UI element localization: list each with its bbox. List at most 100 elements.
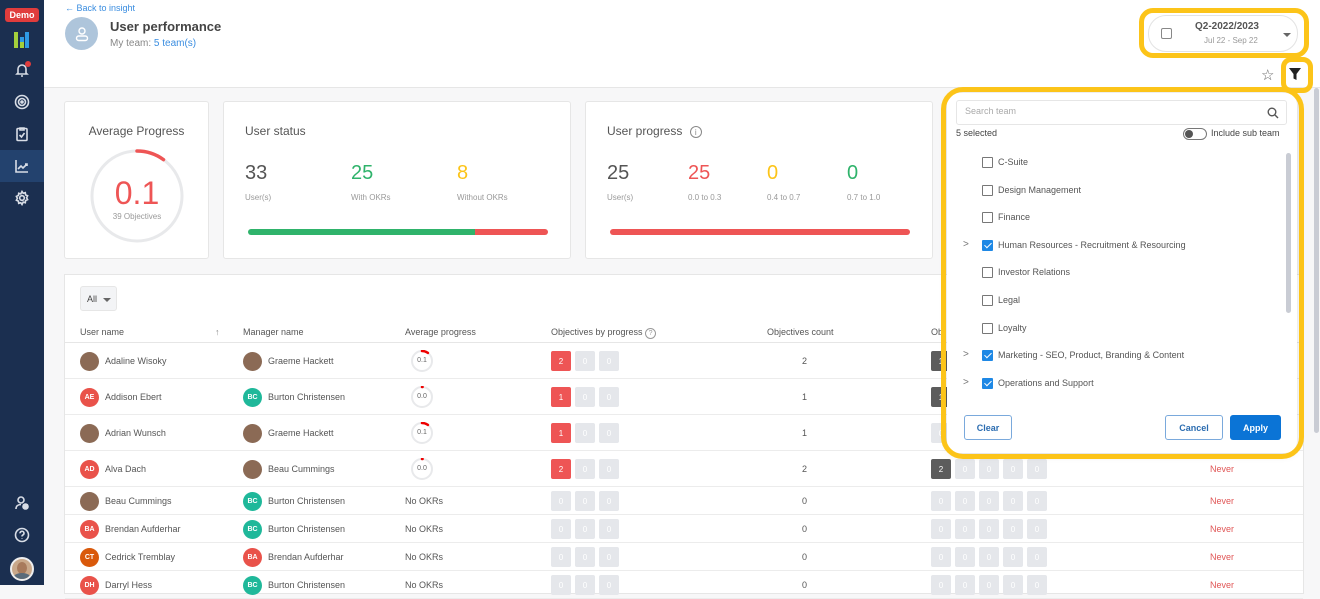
average-progress-gauge: 0.0	[411, 386, 433, 408]
team-checkbox[interactable]	[982, 184, 993, 196]
team-list-scrollbar[interactable]	[1286, 153, 1291, 313]
manager-name[interactable]: Burton Christensen	[268, 392, 345, 402]
objectives-by-progress-chip: 0	[599, 575, 619, 595]
col-objectives-status[interactable]: Obj	[931, 327, 945, 337]
team-option[interactable]: Legal	[947, 288, 1277, 315]
chevron-right-icon[interactable]: >	[963, 349, 969, 360]
bar-segment	[475, 229, 548, 235]
objectives-status-chip: 0	[955, 519, 975, 539]
app-logo[interactable]	[14, 32, 30, 48]
page-scrollbar[interactable]	[1314, 88, 1319, 433]
manager-avatar: BC	[243, 387, 262, 407]
manager-name[interactable]: Graeme Hackett	[268, 428, 334, 438]
last-checkin: Never	[1210, 552, 1235, 562]
objectives-status-chip: 0	[1027, 459, 1047, 479]
team-checkbox[interactable]	[982, 239, 993, 251]
team-checkbox[interactable]	[982, 350, 993, 362]
team-checkbox[interactable]	[982, 267, 993, 279]
team-checkbox[interactable]	[982, 295, 993, 306]
manager-name[interactable]: Beau Cummings	[268, 464, 335, 474]
sidebar-item-insights[interactable]	[0, 150, 44, 182]
team-option[interactable]: Finance	[947, 205, 1277, 232]
table-row[interactable]: DH Darryl Hess BC Burton Christensen No OKRs…	[65, 571, 1303, 599]
manager-name[interactable]: Brendan Aufderhar	[268, 552, 344, 562]
team-name: Investor Relations	[998, 267, 1071, 278]
col-objectives-by-progress[interactable]: Objectives by progress ?	[551, 327, 657, 339]
user-avatar: DH	[80, 575, 99, 595]
sidebar-item-help[interactable]	[0, 519, 44, 551]
table-row[interactable]: BA Brendan Aufderhar BC Burton Christensen N…	[65, 515, 1303, 543]
user-name[interactable]: Cedrick Tremblay	[105, 552, 175, 562]
col-average-progress[interactable]: Average progress	[405, 327, 476, 337]
team-option[interactable]: > Human Resources - Recruitment & Resourc…	[947, 233, 1277, 260]
team-search[interactable]	[956, 100, 1287, 125]
chevron-right-icon[interactable]: >	[963, 377, 969, 388]
filter-dropdown[interactable]: All	[80, 286, 117, 311]
col-user-name[interactable]: User name	[80, 327, 124, 337]
manager-name[interactable]: Burton Christensen	[268, 496, 345, 506]
average-progress-value: 0.0	[417, 393, 427, 400]
user-name[interactable]: Darryl Hess	[105, 580, 152, 590]
sidebar-item-invite-user[interactable]	[0, 487, 44, 519]
objectives-count: 0	[802, 552, 808, 562]
team-option[interactable]: Loyalty	[947, 316, 1277, 343]
objectives-status-chip: 0	[955, 459, 975, 479]
team-option[interactable]: Investor Relations	[947, 260, 1277, 287]
team-name: Design Management	[998, 184, 1082, 195]
apply-button[interactable]: Apply	[1230, 415, 1281, 440]
table-row[interactable]: AD Alva Dach Beau Cummings 0.0 2 0 0 2 2 0 0 0 0 Neve…	[65, 451, 1303, 487]
objectives-status-chip: 0	[1003, 547, 1023, 567]
team-checkbox[interactable]	[982, 212, 993, 224]
average-progress-gauge: 0.0	[411, 458, 433, 480]
team-checkbox[interactable]	[982, 157, 993, 168]
manager-name[interactable]: Burton Christensen	[268, 524, 345, 534]
clear-button[interactable]: Clear	[964, 415, 1012, 440]
sidebar-item-objectives[interactable]	[0, 86, 44, 118]
help-icon[interactable]: ?	[645, 328, 657, 339]
user-name[interactable]: Addison Ebert	[105, 392, 162, 402]
objectives-status-chip: 0	[1003, 491, 1023, 511]
team-option[interactable]: > Marketing - SEO, Product, Branding & Co…	[947, 343, 1277, 370]
table-row[interactable]: Beau Cummings BC Burton Christensen No OKRs…	[65, 487, 1303, 515]
col-objectives-count[interactable]: Objectives count	[767, 327, 834, 337]
favorite-star-icon[interactable]: ☆	[1261, 66, 1274, 84]
table-row[interactable]: CT Cedrick Tremblay BA Brendan Aufderhar No …	[65, 543, 1303, 571]
user-name[interactable]: Beau Cummings	[105, 496, 172, 506]
filter-icon[interactable]	[1288, 67, 1302, 81]
objectives-by-progress-chip: 0	[575, 459, 595, 479]
user-avatar[interactable]	[10, 557, 34, 581]
team-checkbox[interactable]	[982, 322, 993, 334]
manager-name[interactable]: Graeme Hackett	[268, 356, 334, 366]
team-count-link[interactable]: 5 team(s)	[154, 38, 196, 49]
include-sub-team-toggle[interactable]	[1183, 128, 1207, 140]
user-name[interactable]: Adrian Wunsch	[105, 428, 166, 438]
team-checkbox[interactable]	[982, 377, 993, 389]
team-search-input[interactable]	[965, 106, 1255, 116]
period-selector[interactable]: Q2-2022/2023 Jul 22 - Sep 22	[1148, 15, 1298, 52]
user-name[interactable]: Adaline Wisoky	[105, 356, 167, 366]
team-option[interactable]: Design Management	[947, 178, 1277, 205]
sort-asc-icon[interactable]: ↑	[215, 327, 220, 337]
sidebar-item-checkins[interactable]	[0, 118, 44, 150]
clipboard-check-icon	[16, 127, 28, 142]
info-icon[interactable]: i	[689, 126, 702, 138]
user-name[interactable]: Brendan Aufderhar	[105, 524, 181, 534]
manager-avatar	[243, 423, 262, 443]
page-title: User performance	[110, 19, 222, 34]
user-name[interactable]: Alva Dach	[105, 464, 146, 474]
chevron-right-icon[interactable]: >	[963, 239, 969, 250]
manager-name[interactable]: Burton Christensen	[268, 580, 345, 590]
calendar-icon	[1161, 28, 1172, 39]
user-plus-icon	[15, 496, 29, 510]
cancel-button[interactable]: Cancel	[1165, 415, 1223, 440]
sidebar-item-notifications[interactable]	[0, 54, 44, 86]
chart-line-icon	[15, 160, 28, 173]
team-option[interactable]: C-Suite	[947, 150, 1277, 177]
team-option[interactable]: > Operations and Support	[947, 371, 1277, 398]
sidebar-item-settings[interactable]	[0, 182, 44, 214]
objectives-by-progress-chip: 0	[599, 351, 619, 371]
col-manager-name[interactable]: Manager name	[243, 327, 304, 337]
stat-with-okrs: 25 With OKRs	[351, 162, 391, 202]
period-label: Q2-2022/2023	[1195, 21, 1259, 32]
back-to-insight-link[interactable]: ← Back to insight	[65, 3, 135, 13]
